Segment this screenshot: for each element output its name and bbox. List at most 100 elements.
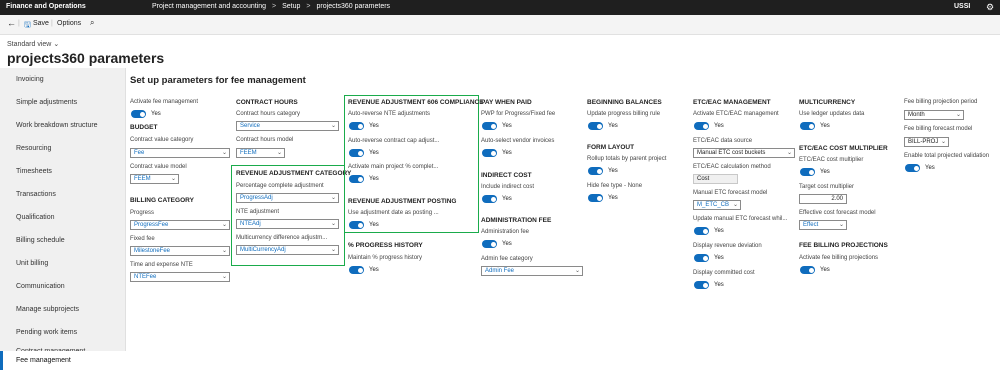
auto-reverse-nte-toggle[interactable] [349, 122, 364, 130]
sidebar-item-timesheets[interactable]: Timesheets [0, 160, 126, 183]
chevron-down-icon: ⌄ [330, 221, 336, 227]
fixed-fee-label: Fixed fee [130, 236, 155, 242]
activate-etc-toggle[interactable] [694, 122, 709, 130]
toggle-value: Yes [369, 150, 379, 156]
sidebar-item-unit-billing[interactable]: Unit billing [0, 252, 126, 275]
chevron-down-icon: ⌄ [170, 176, 176, 182]
auto-vendor-toggle[interactable] [482, 149, 497, 157]
activate-projections-label: Activate fee billing projections [799, 255, 879, 261]
save-button[interactable]: Save [33, 20, 49, 27]
sidebar-item-pending-work-items[interactable]: Pending work items [0, 321, 126, 344]
company-selector[interactable]: USSI [954, 3, 970, 10]
fixed-fee-field[interactable]: MilestoneFee ⌄ [130, 246, 230, 256]
ledger-updates-toggle[interactable] [800, 122, 815, 130]
total-validation-toggle[interactable] [905, 164, 920, 172]
auto-vendor-label: Auto-select vendor invoices [481, 138, 555, 144]
toggle-value: Yes [608, 195, 618, 201]
revenue-deviation-toggle[interactable] [694, 254, 709, 262]
admin-fee-toggle[interactable] [482, 240, 497, 248]
main-project-pct-toggle[interactable] [349, 175, 364, 183]
breadcrumb-item[interactable]: Project management and accounting [152, 3, 266, 10]
budget-header: BUDGET [130, 124, 158, 131]
include-indirect-toggle[interactable] [482, 195, 497, 203]
view-selector[interactable]: Standard view ⌄ [7, 40, 59, 48]
save-icon[interactable]: 🖫 [24, 19, 31, 33]
sidebar-item-fee-management[interactable]: Fee management [0, 351, 126, 370]
rollup-totals-label: Rollup totals by parent project [587, 156, 667, 162]
hours-model-field[interactable]: FEEM ⌄ [236, 148, 285, 158]
revenue-posting-header: REVENUE ADJUSTMENT POSTING [348, 198, 457, 205]
chevron-right-icon: > [272, 3, 277, 10]
cost-multiplier-toggle[interactable] [800, 168, 815, 176]
committed-cost-toggle[interactable] [694, 281, 709, 289]
indirect-cost-header: INDIRECT COST [481, 172, 532, 179]
hide-fee-type-toggle[interactable] [588, 194, 603, 202]
te-nte-field[interactable]: NTEFee ⌄ [130, 272, 230, 282]
sidebar-item-simple-adjustments[interactable]: Simple adjustments [0, 91, 126, 114]
etc-forecast-field[interactable]: M_ETC_CB ⌄ [693, 200, 741, 210]
chevron-right-icon: > [306, 3, 311, 10]
breadcrumb-item[interactable]: Setup [282, 3, 300, 10]
activate-fee-toggle[interactable] [131, 110, 146, 118]
etc-forecast-label: Manual ETC forecast model [693, 190, 768, 196]
toggle-value: Yes [369, 123, 379, 129]
multicurrency-header: MULTICURRENCY [799, 99, 856, 106]
billing-category-header: BILLING CATEGORY [130, 197, 194, 204]
effective-model-field[interactable]: Effect ⌄ [799, 220, 847, 230]
auto-reverse-cap-toggle[interactable] [349, 149, 364, 157]
update-manual-etc-toggle[interactable] [694, 227, 709, 235]
multicurrency-adjustment-field[interactable]: MultiCurrencyAdj ⌄ [236, 245, 339, 255]
sidebar-item-manage-subprojects[interactable]: Manage subprojects [0, 298, 126, 321]
chevron-down-icon: ⌄ [221, 222, 227, 228]
projection-period-field[interactable]: Month ⌄ [904, 110, 964, 120]
cv-model-field[interactable]: FEEM ⌄ [130, 174, 179, 184]
hours-category-field[interactable]: Service ⌄ [236, 121, 339, 131]
te-nte-label: Time and expense NTE [130, 262, 193, 268]
cv-category-label: Contract value category [130, 137, 194, 143]
chevron-down-icon: ⌄ [786, 150, 792, 156]
pct-complete-label: Percentage complete adjustment [236, 183, 324, 189]
cost-multiplier-label: ETC/EAC cost multiplier [799, 157, 864, 163]
sidebar-item-resourcing[interactable]: Resourcing [0, 137, 126, 160]
revenue-adjustment-category-header: REVENUE ADJUSTMENT CATEGORY [236, 170, 352, 177]
cv-category-field[interactable]: Fee ⌄ [130, 148, 230, 158]
maintain-history-label: Maintain % progress history [348, 255, 423, 261]
app-name[interactable]: Finance and Operations [6, 3, 86, 10]
nte-adjustment-label: NTE adjustment [236, 209, 280, 215]
multicurrency-adjustment-label: Multicurrency difference adjustm... [236, 235, 328, 241]
toggle-value: Yes [369, 267, 379, 273]
target-multiplier-input[interactable]: 2.00 [799, 194, 847, 204]
gear-icon[interactable]: ⚙ [986, 2, 994, 13]
search-icon[interactable]: ⌕ [90, 18, 94, 28]
etc-source-field[interactable]: Manual ETC cost buckets ⌄ [693, 148, 795, 158]
toggle-value: Yes [925, 165, 935, 171]
activate-projections-toggle[interactable] [800, 266, 815, 274]
update-manual-etc-label: Update manual ETC forecast whil... [693, 216, 788, 222]
forecast-model-field[interactable]: BILL-PROJ ⌄ [904, 137, 949, 147]
sidebar-item-qualification[interactable]: Qualification [0, 206, 126, 229]
breadcrumb-item[interactable]: projects360 parameters [317, 3, 391, 10]
nte-adjustment-field[interactable]: NTEAdj ⌄ [236, 219, 339, 229]
sidebar-item-wbs[interactable]: Work breakdown structure [0, 114, 126, 137]
update-billing-rule-toggle[interactable] [588, 122, 603, 130]
etc-calc-label: ETC/EAC calculation method [693, 164, 771, 170]
activate-etc-label: Activate ETC/EAC management [693, 111, 779, 117]
pct-complete-field[interactable]: ProgressAdj ⌄ [236, 193, 339, 203]
sidebar-item-billing-schedule[interactable]: Billing schedule [0, 229, 126, 252]
toggle-value: Yes [820, 267, 830, 273]
options-button[interactable]: Options [57, 20, 81, 27]
progress-field[interactable]: ProgressFee ⌄ [130, 220, 230, 230]
sidebar-item-invoicing[interactable]: Invoicing [0, 68, 126, 91]
rollup-totals-toggle[interactable] [588, 167, 603, 175]
back-arrow-icon[interactable]: ← [7, 18, 16, 28]
sidebar-item-communication[interactable]: Communication [0, 275, 126, 298]
chevron-down-icon: ⌄ [276, 150, 282, 156]
pwp-toggle[interactable] [482, 122, 497, 130]
committed-cost-label: Display committed cost [693, 270, 755, 276]
use-date-toggle[interactable] [349, 221, 364, 229]
admin-fee-category-field[interactable]: Admin Fee ⌄ [481, 266, 583, 276]
sidebar-item-transactions[interactable]: Transactions [0, 183, 126, 206]
maintain-history-toggle[interactable] [349, 266, 364, 274]
form-layout-header: FORM LAYOUT [587, 144, 635, 151]
action-bar: ← | 🖫 Save | Options ⌕ [0, 15, 1000, 35]
